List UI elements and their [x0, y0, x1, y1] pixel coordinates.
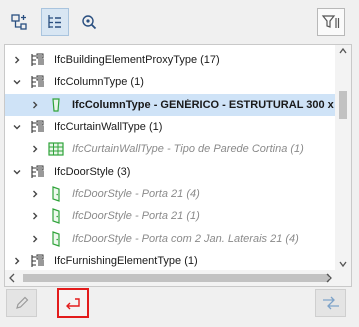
scroll-right-icon[interactable] — [325, 273, 333, 283]
horizontal-scroll-thumb[interactable] — [23, 274, 329, 282]
door-icon — [48, 208, 64, 225]
chevron-right-icon[interactable] — [29, 100, 41, 110]
zoom-search-icon — [82, 15, 97, 30]
tree-row-label: IfcCurtainWallType (1) — [54, 121, 163, 134]
filter-icon — [321, 15, 340, 28]
toolbar — [0, 0, 359, 44]
type-icon — [30, 74, 46, 90]
add-hierarchy-button[interactable] — [5, 8, 33, 36]
tree-row[interactable]: IfcBuildingElementProxyType (17) — [5, 49, 335, 71]
door-icon — [48, 230, 64, 247]
tree-row[interactable]: IfcDoorStyle - Porta 21 (1) — [5, 205, 335, 227]
tree-row-label: IfcColumnType (1) — [54, 76, 144, 89]
door-icon — [48, 186, 64, 202]
tree-row[interactable]: IfcCurtainWallType (1) — [5, 116, 335, 138]
tree-row-label: IfcDoorStyle - Porta 21 (4) — [72, 187, 200, 200]
tree-row[interactable]: IfcCurtainWallType - Tipo de Parede Cort… — [5, 138, 335, 160]
tree-row-label: IfcFurnishingElementType (1) — [54, 254, 198, 267]
curtain-wall-icon — [48, 141, 64, 157]
chevron-right-icon[interactable] — [29, 144, 41, 154]
tree-view-button[interactable] — [41, 8, 69, 36]
reload-button[interactable] — [57, 288, 89, 318]
chevron-down-icon[interactable] — [11, 77, 23, 87]
horizontal-scrollbar[interactable] — [5, 270, 351, 286]
type-icon — [30, 164, 46, 180]
tree-row-label: IfcColumnType - GENÉRICO - ESTRUTURAL 30… — [72, 98, 335, 111]
ifc-type-tree[interactable]: IfcBuildingElementProxyType (17) IfcColum… — [4, 44, 352, 287]
chevron-down-icon[interactable] — [11, 122, 23, 132]
tree-row-label: IfcDoorStyle - Porta 21 (1) — [72, 210, 200, 223]
tree-row[interactable]: IfcColumnType (1) — [5, 71, 335, 93]
type-icon — [30, 253, 46, 269]
vertical-scroll-thumb[interactable] — [339, 91, 347, 119]
tree-row[interactable]: IfcFurnishingElementType (1) — [5, 250, 335, 272]
return-arrow-icon — [66, 298, 80, 310]
filter-button[interactable] — [317, 8, 345, 36]
hierarchy-add-icon — [11, 14, 27, 30]
tree-row-label: IfcBuildingElementProxyType (17) — [54, 54, 220, 67]
zoom-search-button[interactable] — [75, 8, 103, 36]
scrollbar-corner — [335, 270, 351, 286]
scroll-up-icon[interactable] — [339, 47, 347, 55]
chevron-right-icon[interactable] — [11, 55, 23, 65]
tree-row-label: IfcDoorStyle (3) — [54, 165, 131, 178]
tree-view-icon — [48, 15, 61, 28]
vertical-scrollbar[interactable] — [335, 45, 351, 270]
transfer-icon — [322, 296, 339, 310]
scroll-left-icon[interactable] — [8, 273, 16, 283]
chevron-right-icon[interactable] — [11, 256, 23, 266]
tree-row[interactable]: IfcDoorStyle (3) — [5, 160, 335, 182]
tree-row[interactable]: IfcDoorStyle - Porta com 2 Jan. Laterais… — [5, 227, 335, 249]
type-icon — [30, 52, 46, 68]
pencil-icon — [15, 296, 28, 309]
tree-rows: IfcBuildingElementProxyType (17) IfcColum… — [5, 49, 335, 272]
transfer-button[interactable] — [315, 289, 346, 317]
chevron-down-icon[interactable] — [11, 167, 23, 177]
chevron-right-icon[interactable] — [29, 234, 41, 244]
column-icon — [48, 97, 64, 113]
type-icon — [30, 119, 46, 135]
tree-row-label: IfcCurtainWallType - Tipo de Parede Cort… — [72, 143, 304, 156]
tree-row-selected[interactable]: IfcColumnType - GENÉRICO - ESTRUTURAL 30… — [5, 93, 335, 116]
chevron-right-icon[interactable] — [29, 189, 41, 199]
tree-row[interactable]: IfcDoorStyle - Porta 21 (4) — [5, 183, 335, 205]
scroll-down-icon[interactable] — [339, 260, 347, 268]
edit-button[interactable] — [6, 289, 37, 317]
tree-row-label: IfcDoorStyle - Porta com 2 Jan. Laterais… — [72, 232, 299, 245]
chevron-right-icon[interactable] — [29, 211, 41, 221]
